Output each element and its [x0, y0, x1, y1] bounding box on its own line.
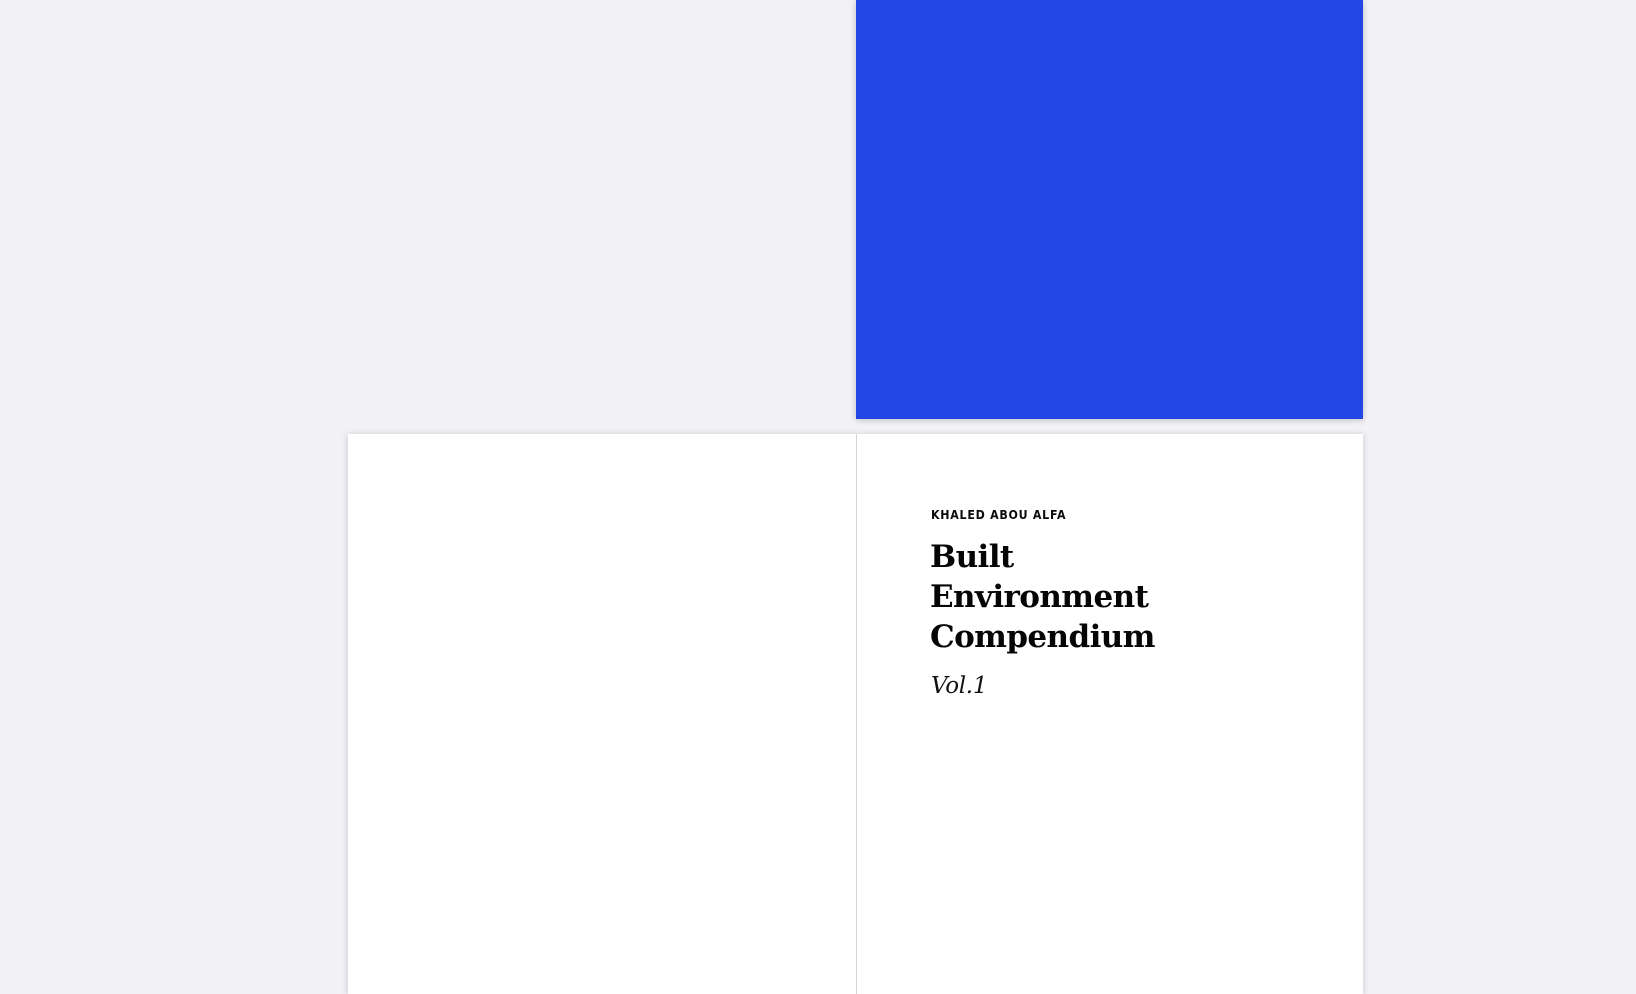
author-name: KHALED ABOU ALFA — [931, 508, 1067, 522]
book-viewer[interactable]: KHALED ABOU ALFA Built Environment Compe… — [0, 0, 1636, 994]
page-spread[interactable]: KHALED ABOU ALFA Built Environment Compe… — [348, 434, 1363, 994]
title-page[interactable]: KHALED ABOU ALFA Built Environment Compe… — [857, 434, 1363, 994]
book-title-line-3: Compendium — [930, 619, 1155, 655]
book-title-line-2: Environment — [930, 579, 1149, 615]
book-title-line-1: Built — [930, 539, 1014, 575]
volume-label: Vol.1 — [931, 673, 988, 699]
cover-page[interactable] — [856, 0, 1363, 419]
left-page[interactable] — [348, 434, 856, 994]
book-title: Built Environment Compendium — [930, 537, 1230, 657]
